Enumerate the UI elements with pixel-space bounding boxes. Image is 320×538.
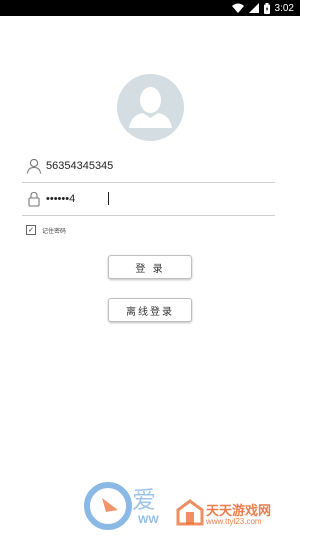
status-bar: 3:02 — [0, 0, 300, 16]
lock-icon — [28, 191, 40, 207]
wifi-icon — [231, 3, 244, 13]
watermark-brand-icon — [176, 499, 204, 526]
remember-password[interactable]: ✓ 记住密码 — [26, 223, 66, 237]
text-cursor — [108, 192, 109, 205]
username-field[interactable] — [46, 156, 246, 176]
password-field[interactable] — [46, 189, 246, 209]
status-icons: 3:02 — [231, 0, 294, 16]
status-time: 3:02 — [274, 2, 294, 14]
battery-icon — [263, 2, 270, 14]
watermark-logo-icon — [84, 482, 132, 530]
watermark-left-sub: WW — [138, 514, 159, 526]
offline-login-button[interactable]: 离线登录 — [108, 298, 192, 322]
user-avatar — [117, 74, 184, 141]
watermark-url: www.ttyl23.com — [206, 517, 262, 526]
user-icon — [26, 158, 42, 174]
signal-icon — [248, 3, 259, 13]
watermark-left-text: 爱 — [132, 486, 156, 514]
login-button[interactable]: 登 录 — [108, 255, 192, 279]
username-row — [22, 150, 275, 183]
user-avatar-icon — [129, 87, 172, 128]
remember-password-checkbox[interactable]: ✓ — [26, 225, 36, 235]
watermark: 爱 WW 天天游戏网 www.ttyl23.com — [0, 470, 300, 533]
password-row — [22, 183, 275, 216]
remember-password-label: 记住密码 — [42, 227, 67, 235]
